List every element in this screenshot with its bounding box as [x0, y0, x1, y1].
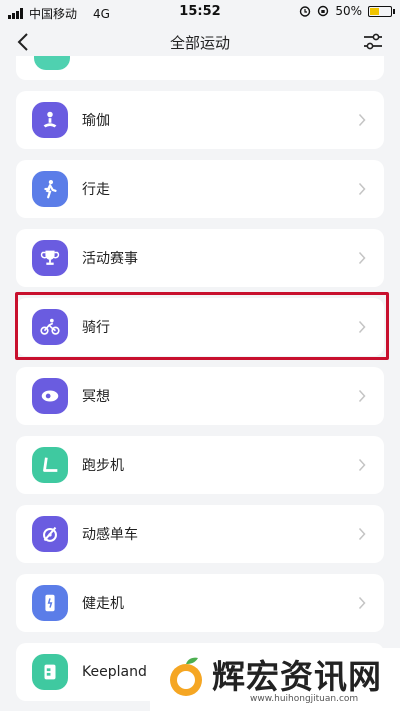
- list-item-label: 健走机: [82, 596, 124, 612]
- list-item-1[interactable]: 瑜伽: [16, 91, 384, 149]
- walk-icon: [32, 171, 68, 207]
- sliders-icon[interactable]: [362, 31, 384, 53]
- highlight-box: [15, 292, 389, 360]
- list-item-label: 跑步机: [82, 458, 124, 474]
- chevron-right-icon: [358, 527, 366, 541]
- battery-percent: 50%: [335, 4, 362, 18]
- status-bar: 中国移动 4G 15:52 50%: [0, 0, 400, 24]
- list-item-7[interactable]: 动感单车: [16, 505, 384, 563]
- list-item-label: 冥想: [82, 389, 110, 405]
- list-item-label: Keepland: [82, 664, 147, 680]
- chevron-right-icon: [358, 458, 366, 472]
- list-item-label: 行走: [82, 182, 110, 198]
- meditation-icon: [32, 378, 68, 414]
- list-item-5[interactable]: 冥想: [16, 367, 384, 425]
- spin-bike-icon: [32, 516, 68, 552]
- chevron-right-icon: [358, 389, 366, 403]
- keepland-icon: [32, 654, 68, 690]
- nav-bar: 全部运动: [0, 24, 400, 60]
- watermark-url: www.huihongjituan.com: [250, 694, 359, 704]
- list-item-8[interactable]: 健走机: [16, 574, 384, 632]
- battery-icon: [368, 5, 395, 17]
- list-item-3[interactable]: 活动赛事: [16, 229, 384, 287]
- activity-list: 瑜伽 行走 活动赛事 骑行 冥想 跑步机 动感单车 健走机 Keepland: [16, 56, 384, 701]
- watermark: 辉宏资讯网 www.huihongjituan.com: [150, 648, 400, 711]
- chevron-right-icon: [358, 251, 366, 265]
- activity-icon: [34, 56, 70, 70]
- treadmill-icon: [32, 447, 68, 483]
- walking-machine-icon: [32, 585, 68, 621]
- list-item-label: 活动赛事: [82, 251, 138, 267]
- chevron-right-icon: [358, 596, 366, 610]
- watermark-text: 辉宏资讯网: [212, 657, 382, 696]
- orange-logo-icon: [170, 657, 202, 696]
- list-item-label: 动感单车: [82, 527, 138, 543]
- list-item-2[interactable]: 行走: [16, 160, 384, 218]
- chevron-right-icon: [358, 182, 366, 196]
- list-item-6[interactable]: 跑步机: [16, 436, 384, 494]
- status-right: 50%: [299, 4, 395, 18]
- battery-fill: [370, 7, 379, 15]
- yoga-icon: [32, 102, 68, 138]
- chevron-right-icon: [358, 113, 366, 127]
- alarm-icon: [300, 6, 311, 17]
- rotation-lock-icon: [318, 5, 329, 17]
- trophy-icon: [32, 240, 68, 276]
- page-title: 全部运动: [169, 34, 230, 52]
- list-item-partial[interactable]: [16, 56, 384, 80]
- list-item-label: 瑜伽: [82, 113, 110, 129]
